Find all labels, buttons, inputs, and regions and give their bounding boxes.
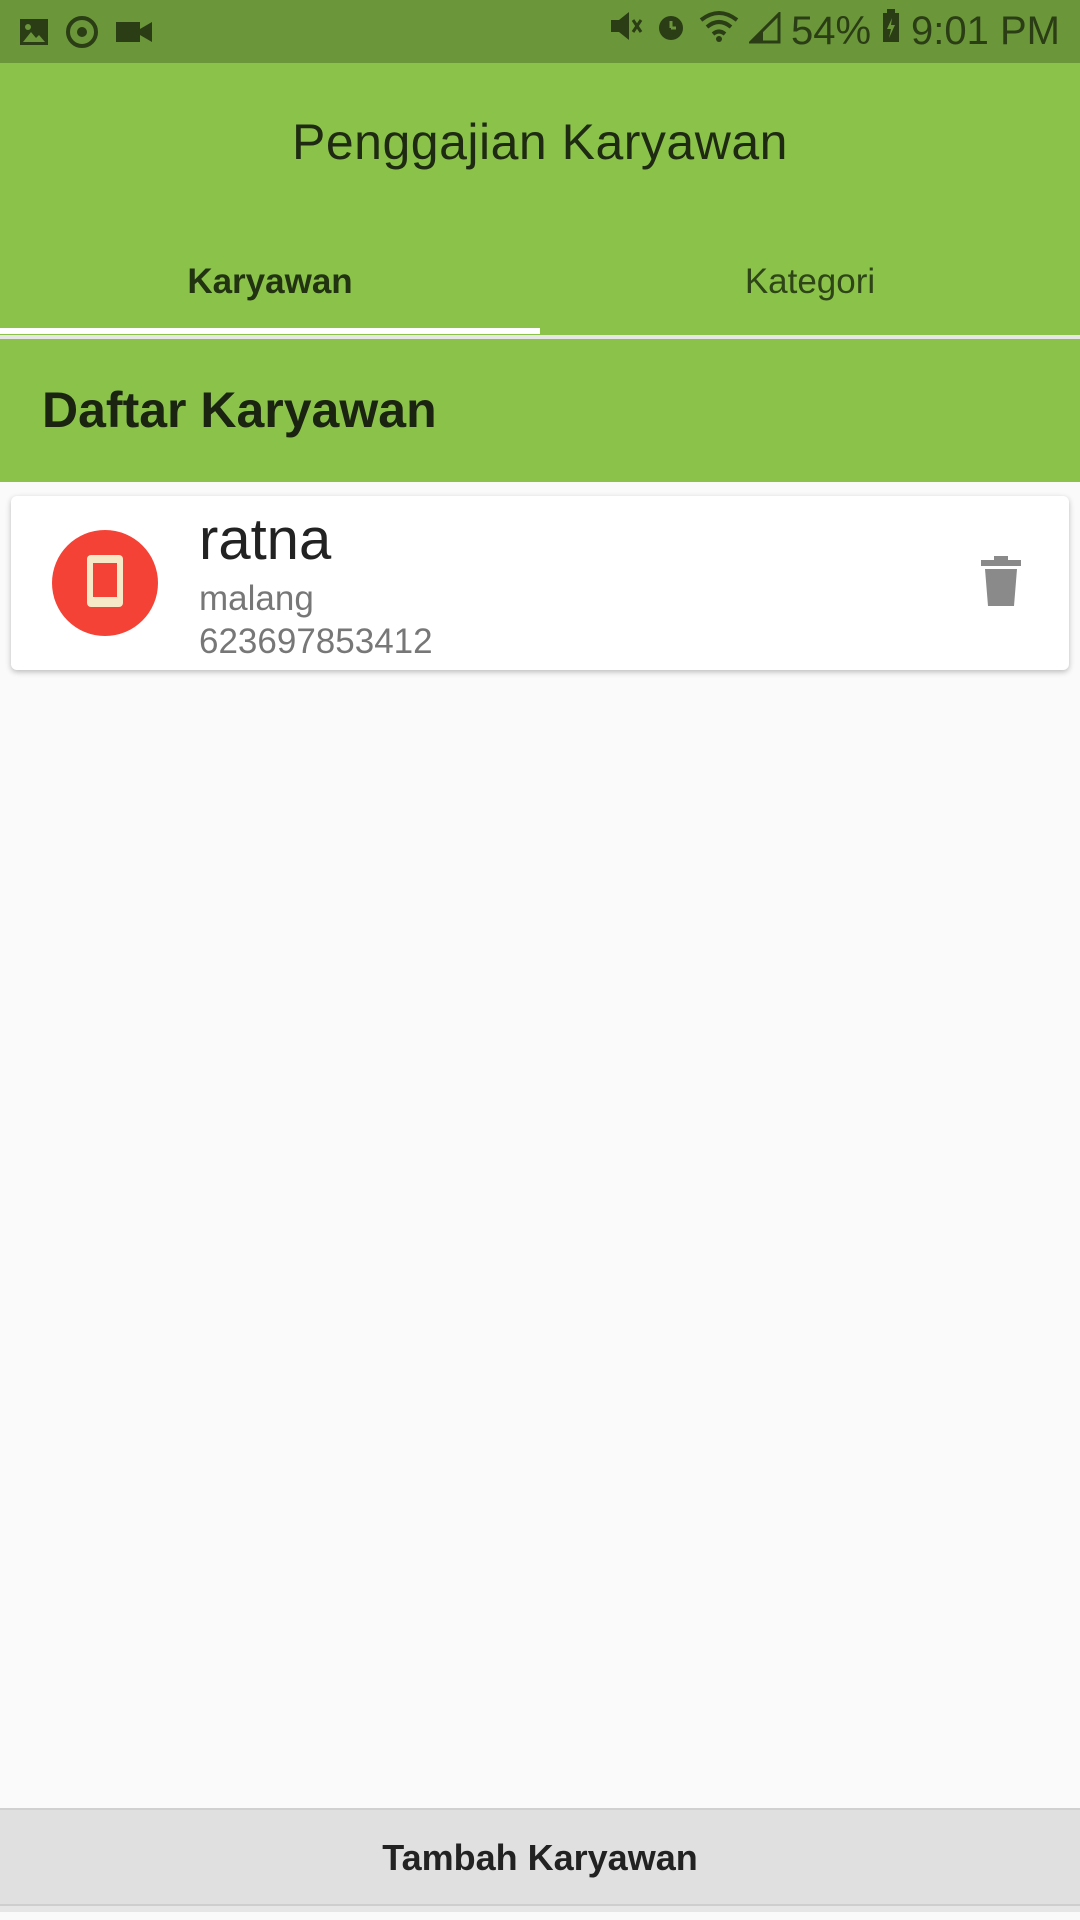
delete-button[interactable] <box>979 556 1023 608</box>
avatar <box>52 530 158 636</box>
section-title: Daftar Karyawan <box>42 382 437 438</box>
alarm-icon <box>653 8 689 54</box>
signal-icon <box>747 9 781 54</box>
video-icon <box>114 17 154 52</box>
tab-karyawan[interactable]: Karyawan <box>0 228 540 335</box>
trash-icon <box>979 556 1023 612</box>
employee-phone: 623697853412 <box>199 622 433 661</box>
battery-icon <box>881 8 901 54</box>
gallery-icon <box>18 16 50 53</box>
employee-city: malang <box>199 579 314 618</box>
whatsapp-icon <box>64 14 100 55</box>
tab-kategori[interactable]: Kategori <box>540 228 1080 335</box>
bottom-shadow <box>0 1904 1080 1912</box>
wifi-icon <box>699 8 739 54</box>
add-employee-button[interactable]: Tambah Karyawan <box>0 1808 1080 1906</box>
tab-bar: Karyawan Kategori <box>0 228 1080 335</box>
tab-indicator <box>0 328 540 334</box>
app-title: Penggajian Karyawan <box>292 114 788 170</box>
employee-card[interactable]: ratna malang 623697853412 <box>11 496 1069 670</box>
employee-name: ratna <box>199 507 332 572</box>
app-bar: Penggajian Karyawan Karyawan Kategori <box>0 63 1080 335</box>
phone-icon <box>85 553 125 614</box>
section-header: Daftar Karyawan <box>0 339 1080 482</box>
clock: 9:01 PM <box>911 8 1060 53</box>
battery-percent: 54% <box>790 8 872 53</box>
status-bar: 54% 9:01 PM <box>0 0 1080 63</box>
mute-icon <box>607 8 643 54</box>
